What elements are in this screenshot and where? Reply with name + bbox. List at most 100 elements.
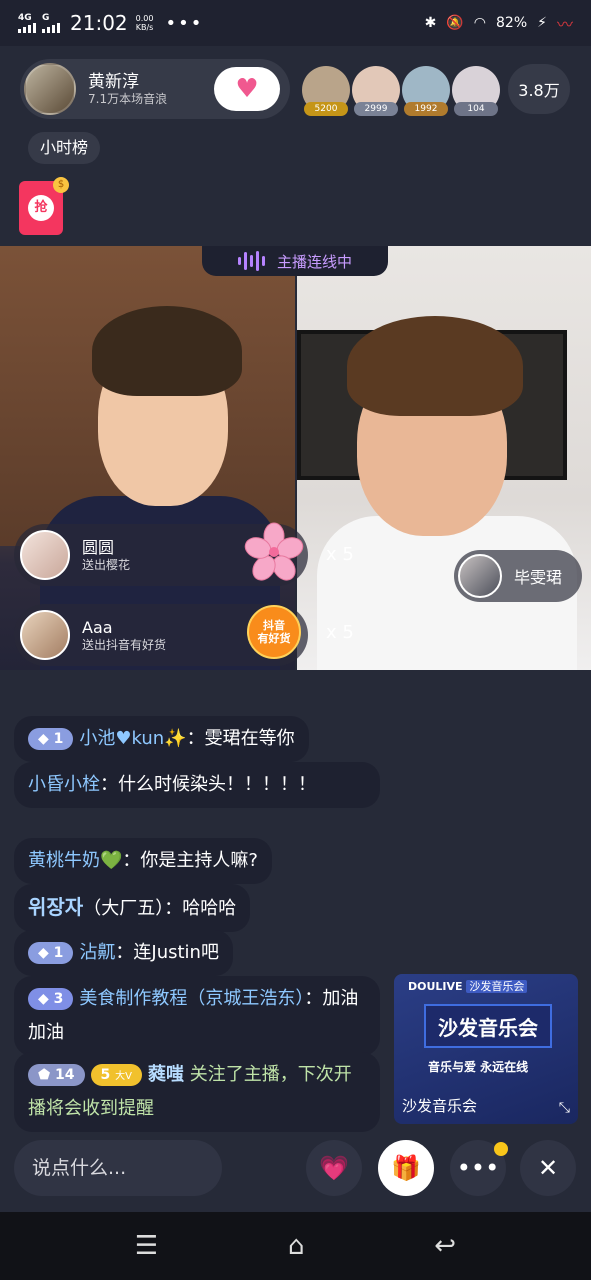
gift-notification: 圆圆 送出樱花 xyxy=(14,522,308,586)
vip-label: 大V xyxy=(115,1071,132,1082)
gift-multiplier: x 5 xyxy=(326,544,354,565)
douyin-good-goods-icon: 抖音 有好货 xyxy=(242,600,306,664)
viewer-count-button[interactable]: 3.8万 xyxy=(508,64,570,114)
chat-message[interactable]: ◆ 1 沾鼿：连Justin吧 xyxy=(14,930,233,976)
red-packet-label: 抢 xyxy=(28,195,54,221)
red-packet-button[interactable]: 抢 $ xyxy=(19,177,69,235)
chat-username[interactable]: 美食制作教程（京城王浩东） xyxy=(79,988,304,1009)
cherry-blossom-icon xyxy=(242,520,306,584)
badge-level: 3 xyxy=(53,991,64,1007)
chat-username[interactable]: 蕤嗤 xyxy=(148,1064,184,1085)
fan-level-badge: ◆ 3 xyxy=(28,988,74,1010)
link-status-label: 主播连线中 xyxy=(202,246,388,276)
chat-username[interactable]: 위장자 xyxy=(28,895,83,919)
contribution-count: 1992 xyxy=(404,102,448,116)
host-name: 黄新淳 xyxy=(88,71,139,92)
gift-icon-text: 抖音 xyxy=(263,619,285,632)
follow-button[interactable]: ♥ xyxy=(214,67,280,111)
chat-message[interactable]: ◆ 3 美食制作教程（京城王浩东）：加油加油 xyxy=(14,976,380,1056)
brand-logo-icon: 〰 xyxy=(556,15,573,34)
host-avatar[interactable] xyxy=(24,63,76,115)
signal-label: G xyxy=(42,12,50,23)
audience-avatar[interactable]: 104 xyxy=(452,66,500,116)
signal-g-icon: G xyxy=(42,12,60,33)
gift-description: 送出樱花 xyxy=(82,557,131,572)
chat-username[interactable]: 小池♥kun✨ xyxy=(79,728,186,749)
chat-username[interactable]: 沾鼿 xyxy=(79,942,115,963)
chat-text: ：雯珺在等你 xyxy=(186,728,295,749)
gift-multiplier: x 5 xyxy=(326,622,354,643)
like-heart-button[interactable]: 💗 xyxy=(306,1140,362,1196)
battery-level: 82% xyxy=(496,15,528,31)
signal-4g-icon: 4G xyxy=(18,12,36,33)
chat-message[interactable]: 위장자（大厂五）：哈哈哈 xyxy=(14,884,251,932)
back-icon[interactable]: ↩ xyxy=(434,1231,456,1261)
chat-username[interactable]: 黄桃牛奶💚 xyxy=(28,850,122,871)
more-button[interactable]: ••• xyxy=(450,1140,508,1196)
gift-notification: Aaa 送出抖音有好货 抖音 有好货 xyxy=(14,604,308,666)
host-hair xyxy=(92,306,242,396)
gift-icon-text: 有好货 xyxy=(257,632,291,645)
more-notifications-icon: ••• xyxy=(165,12,204,34)
fan-level-badge: ◆ 1 xyxy=(28,942,74,964)
promo-brand: DOULIVE 沙发音乐会 xyxy=(408,978,528,994)
chat-text: ：你是主持人嘛? xyxy=(122,850,258,871)
audience-avatar[interactable]: 2999 xyxy=(352,66,400,116)
chat-text: ：连Justin吧 xyxy=(115,942,219,963)
net-speed: 0.00 KB/s xyxy=(136,14,154,32)
sender-avatar[interactable] xyxy=(20,530,70,580)
contribution-count: 5200 xyxy=(304,102,348,116)
more-icon: ••• xyxy=(456,1154,500,1182)
host-card[interactable]: 黄新淳 7.1万本场音浪 ♥ xyxy=(20,59,290,119)
wifi-icon: ◠ xyxy=(473,15,487,31)
chat-username[interactable]: 小昏小栓 xyxy=(28,774,100,795)
bluetooth-icon: ✱ xyxy=(424,15,437,31)
guest-hair xyxy=(347,316,523,416)
vip-badge: 5 大V xyxy=(90,1064,142,1086)
brand-name: DOULIVE xyxy=(408,980,463,993)
brand-tag: 沙发音乐会 xyxy=(466,980,528,993)
chat-message[interactable]: 小昏小栓：什么时候染头！！！！！ xyxy=(14,762,380,808)
home-icon[interactable]: ⌂ xyxy=(288,1231,305,1261)
net-speed-unit: KB/s xyxy=(135,23,154,32)
chat-message[interactable]: ⬟ 14 5 大V 蕤嗤 关注了主播，下次开播将会收到提醒 xyxy=(14,1052,380,1132)
clock: 21:02 xyxy=(70,11,128,35)
hourly-rank-button[interactable]: 小时榜 xyxy=(28,132,101,164)
close-button[interactable]: ✕ xyxy=(520,1140,576,1196)
heart-icon: ♥ xyxy=(235,74,259,104)
net-speed-value: 0.00 xyxy=(135,14,154,23)
heart-planet-icon: 💗 xyxy=(319,1154,349,1182)
gift-button[interactable]: 🎁 xyxy=(378,1140,434,1196)
guest-video[interactable] xyxy=(297,246,591,670)
chat-message[interactable]: 黄桃牛奶💚：你是主持人嘛? xyxy=(14,838,272,884)
badge-level: 1 xyxy=(53,731,64,747)
gift-description: 送出抖音有好货 xyxy=(82,637,167,652)
chat-message[interactable]: ◆ 1 小池♥kun✨：雯珺在等你 xyxy=(14,716,309,762)
menu-icon[interactable]: ☰ xyxy=(135,1231,158,1261)
chat-text: （大厂五）：哈哈哈 xyxy=(83,898,237,919)
promo-footer: 沙发音乐会 xyxy=(402,1097,478,1115)
promo-title: 沙发音乐会 xyxy=(424,1004,552,1048)
sender-avatar[interactable] xyxy=(20,610,70,660)
audience-avatar[interactable]: 1992 xyxy=(402,66,450,116)
signal-label: 4G xyxy=(18,12,32,23)
close-icon: ✕ xyxy=(537,1154,559,1182)
promo-subtitle: 音乐与爱 永远在线 xyxy=(428,1060,529,1074)
fan-level-badge: ⬟ 14 xyxy=(28,1064,85,1086)
guest-name-tag[interactable]: 毕雯珺 xyxy=(454,550,582,602)
notification-dot xyxy=(494,1142,508,1156)
contribution-count: 2999 xyxy=(354,102,398,116)
gift-box-icon: 🎁 xyxy=(391,1154,421,1182)
audience-avatar[interactable]: 5200 xyxy=(302,66,350,116)
link-status-text: 主播连线中 xyxy=(276,252,352,271)
system-nav-bar: ☰ ⌂ ↩ xyxy=(0,1212,591,1280)
contribution-count: 104 xyxy=(454,102,498,116)
sender-name: 圆圆 xyxy=(82,537,115,557)
mute-icon: 🔕 xyxy=(446,15,464,31)
guest-avatar[interactable] xyxy=(458,554,502,598)
expand-icon[interactable]: ⤡ xyxy=(559,1100,570,1116)
guest-name: 毕雯珺 xyxy=(514,568,563,587)
sofa-concert-promo-card[interactable]: DOULIVE 沙发音乐会 沙发音乐会 音乐与爱 永远在线 沙发音乐会 ⤡ xyxy=(394,974,578,1124)
sender-name: Aaa xyxy=(82,617,113,637)
comment-input[interactable]: 说点什么... xyxy=(14,1140,222,1196)
